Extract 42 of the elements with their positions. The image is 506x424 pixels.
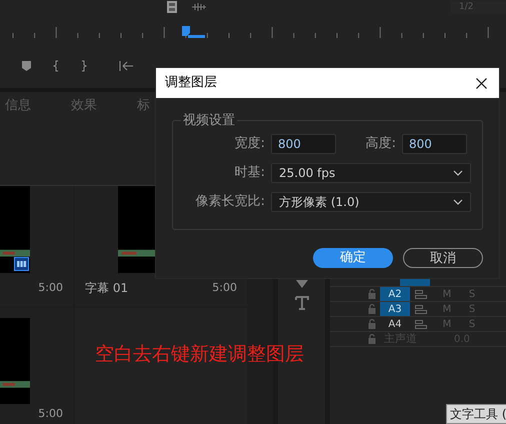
lock-icon[interactable] <box>368 304 376 314</box>
ok-button[interactable]: 确定 <box>313 248 393 268</box>
panel-tab[interactable]: 标 <box>137 96 150 116</box>
clip-duration: 5:00 <box>212 280 237 296</box>
lock-icon[interactable] <box>368 289 376 299</box>
track-label[interactable]: A4 <box>380 317 410 331</box>
track-output-icon[interactable] <box>415 290 427 298</box>
clip-duration: 5:00 <box>38 280 63 296</box>
annotation-text: 空白去右键新建调整图层 <box>95 342 304 367</box>
clip-duration: 5:00 <box>38 406 63 422</box>
film-icon[interactable] <box>167 1 177 13</box>
input-field[interactable]: 800 <box>271 134 336 154</box>
input-field[interactable]: 800 <box>402 134 467 154</box>
go-to-in-icon[interactable] <box>119 61 133 71</box>
panel-tab[interactable]: 信息 <box>5 96 31 116</box>
lock-icon[interactable] <box>368 334 376 344</box>
dropdown[interactable]: 方形像素 (1.0) <box>271 192 471 212</box>
mark-in-icon[interactable] <box>53 60 59 72</box>
chevron-down-icon <box>453 199 463 205</box>
tooltip: 文字工具 ( <box>446 404 506 424</box>
panel-tab[interactable]: 效果 <box>71 96 97 116</box>
track-output-icon[interactable] <box>415 320 427 328</box>
clip-name: 字幕 01 <box>85 280 128 297</box>
track-output-icon[interactable] <box>415 304 427 314</box>
lock-icon[interactable] <box>368 319 376 329</box>
dialog-title: 调整图层 <box>165 74 217 92</box>
chevron-down-icon <box>453 170 463 176</box>
film-badge-icon <box>14 257 29 271</box>
field-label: 时基: <box>234 164 265 182</box>
marker-icon[interactable] <box>22 61 31 71</box>
text-tool-icon[interactable] <box>294 296 308 310</box>
audio-waveform-icon[interactable] <box>192 3 206 11</box>
close-icon[interactable] <box>476 78 487 88</box>
field-label: 高度: <box>364 135 396 154</box>
mark-out-icon[interactable] <box>81 60 87 72</box>
field-label: 宽度: <box>234 135 265 154</box>
cancel-button[interactable]: 取消 <box>403 248 483 268</box>
playhead-icon[interactable] <box>182 26 206 38</box>
track-label[interactable]: A2 <box>380 287 410 301</box>
field-label: 像素长宽比: <box>194 193 265 212</box>
dropdown[interactable]: 25.00 fps <box>271 163 471 183</box>
track-label[interactable]: A3 <box>380 302 410 316</box>
